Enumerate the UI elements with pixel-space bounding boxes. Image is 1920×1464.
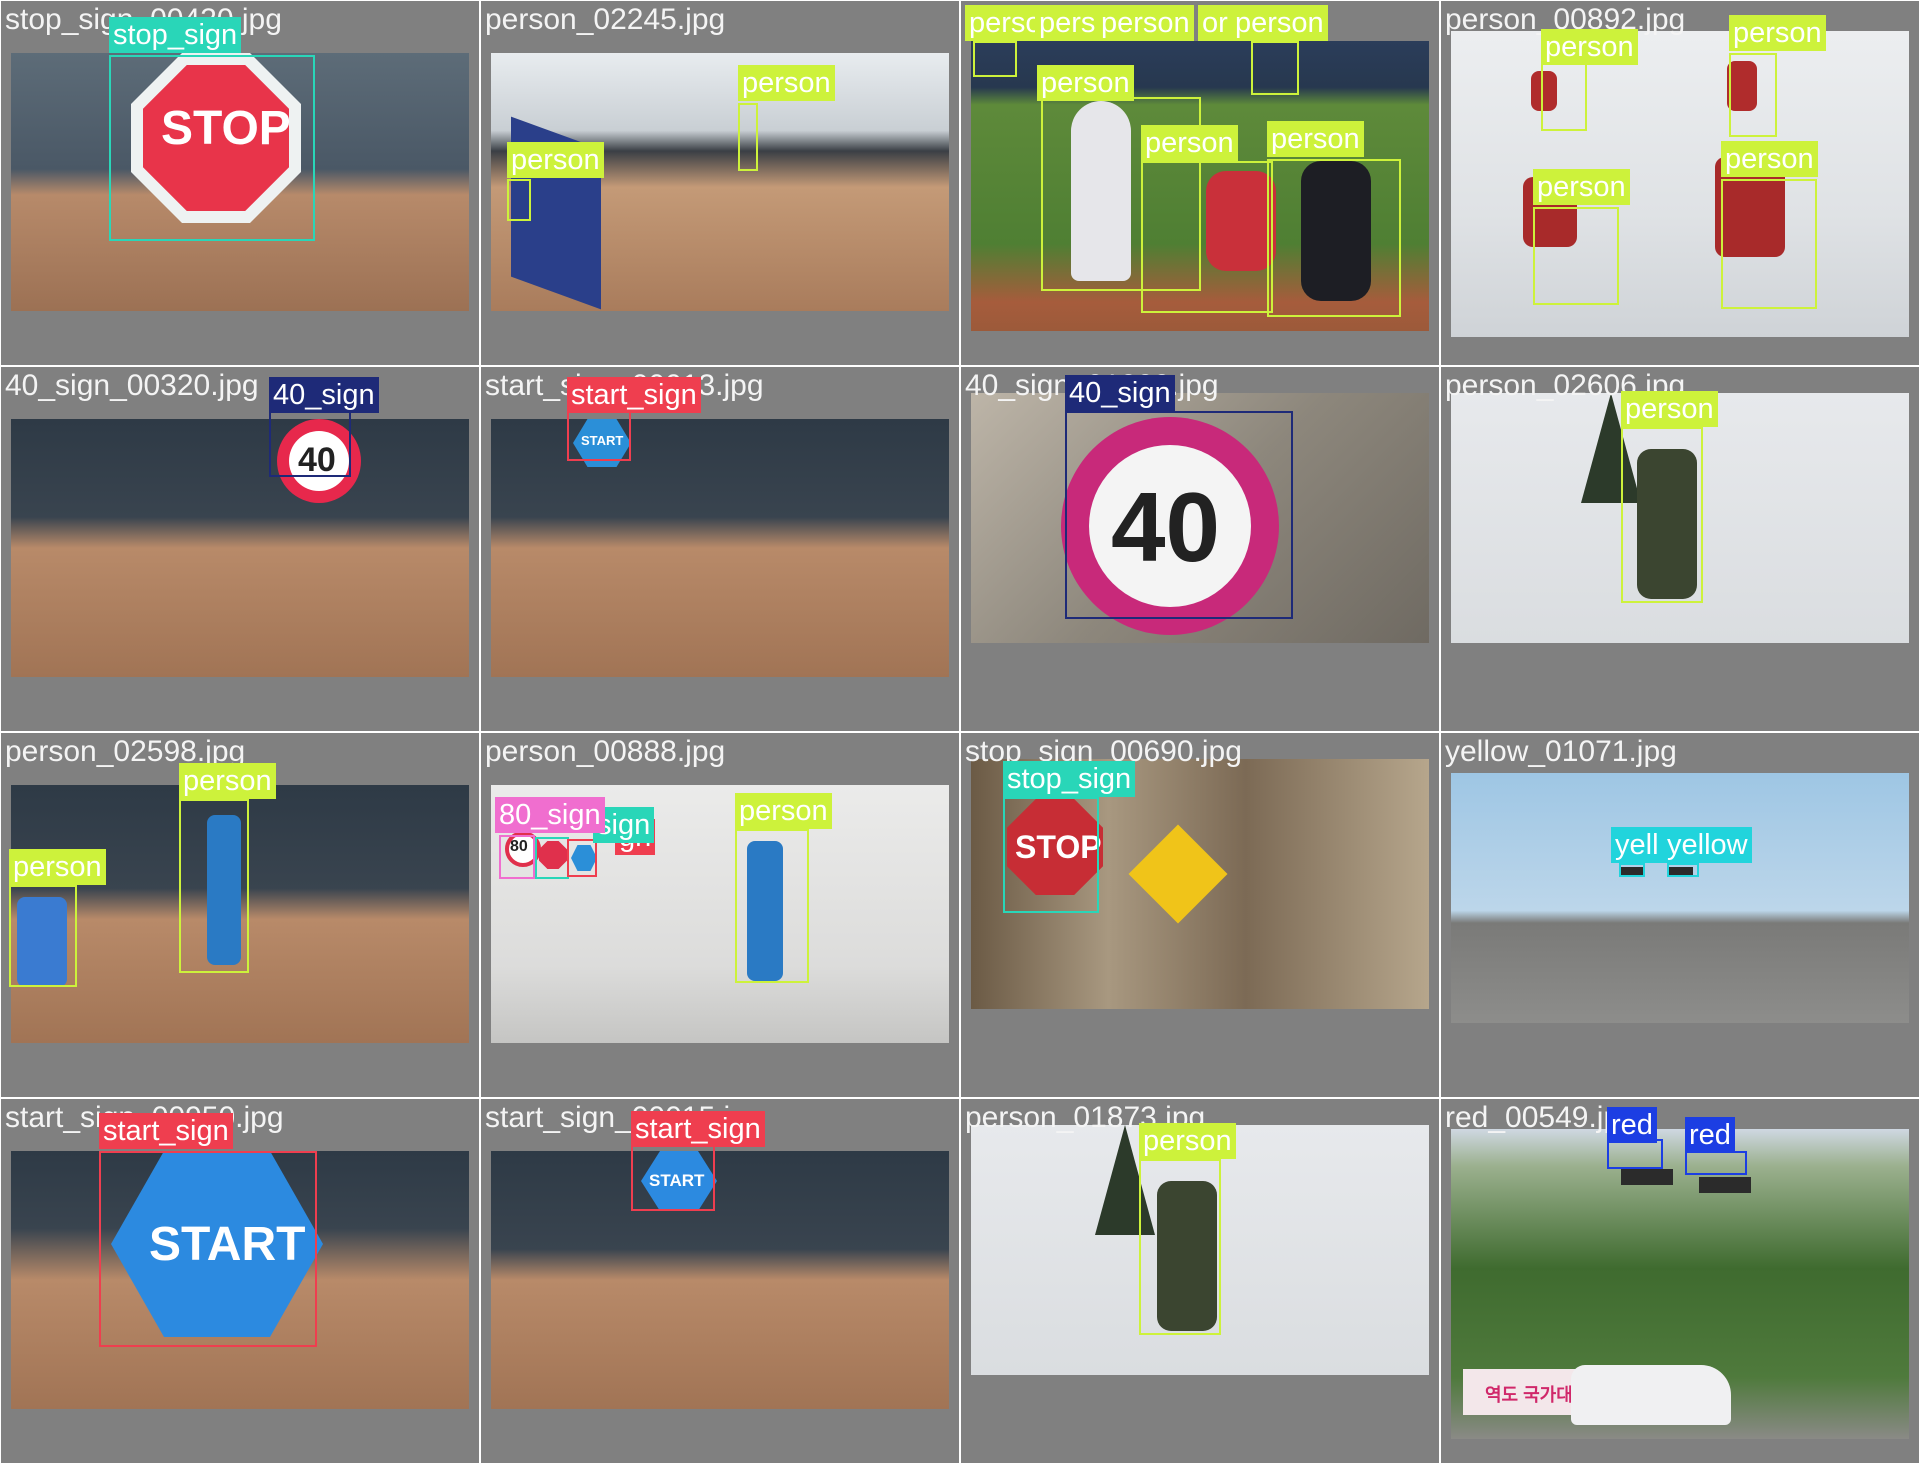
bbox-person	[1621, 427, 1703, 603]
label-person: person	[1141, 125, 1238, 161]
label-person: person	[1037, 65, 1134, 101]
bbox-start-sign	[631, 1145, 715, 1211]
bbox-stop-sign	[109, 55, 315, 241]
bbox-person	[1267, 159, 1401, 317]
photo-desk-start-small: START	[491, 1151, 949, 1409]
photo-snowboard	[1451, 31, 1909, 337]
label-person: person	[1621, 391, 1718, 427]
bbox-yellow	[1619, 863, 1645, 877]
label-person: person	[735, 793, 832, 829]
label-person: or	[1198, 5, 1232, 41]
bbox-stop-sign	[535, 837, 569, 879]
tile-person-02598[interactable]: person_02598.jpg person person	[0, 732, 480, 1098]
tile-person-baseball[interactable]: perso pers person or person person perso…	[960, 0, 1440, 366]
photo-desk-start: START	[491, 419, 949, 677]
label-person: person	[1729, 15, 1826, 51]
photo-traffic-red: 역도 국가대표	[1451, 1129, 1909, 1439]
photo-traffic-yellow	[1451, 773, 1909, 1023]
bbox-person	[1139, 1159, 1221, 1335]
file-name: person_02245.jpg	[485, 3, 726, 36]
tile-40-sign-00320[interactable]: 40 40_sign_00320.jpg 40_sign	[0, 366, 480, 732]
bbox-80-sign	[499, 835, 535, 879]
photo-desk-persons	[491, 53, 949, 311]
bbox-start-sign	[567, 411, 631, 461]
label-person: person	[9, 849, 106, 885]
label-red: red	[1607, 1107, 1657, 1143]
tile-start-sign-00013[interactable]: START start_sign_00013.jpg start_sign	[480, 366, 960, 732]
label-person: person	[1533, 169, 1630, 205]
tile-person-02245[interactable]: person_02245.jpg person person	[480, 0, 960, 366]
file-name: person_00888.jpg	[485, 735, 726, 768]
tile-stop-sign-00420[interactable]: STOP stop_sign_00420.jpg stop_sign	[0, 0, 480, 366]
label-person: perso	[965, 5, 1046, 41]
bbox-person	[1729, 53, 1777, 137]
label-person: pers	[1035, 5, 1100, 41]
bbox-red	[1607, 1139, 1663, 1169]
pedestrian-sign	[1128, 824, 1228, 924]
bbox-start-sign	[99, 1151, 317, 1347]
tile-person-00888[interactable]: 80 person_00888.jpg gn sign 80_sign pers…	[480, 732, 960, 1098]
label-40-sign: 40_sign	[1065, 375, 1175, 411]
bbox-40-sign	[1065, 411, 1293, 619]
label-person: person	[1541, 29, 1638, 65]
label-person: person	[1097, 5, 1194, 41]
bbox-person	[179, 799, 249, 973]
tile-person-02606[interactable]: person_02606.jpg person	[1440, 366, 1920, 732]
tile-yellow-01071[interactable]: yellow_01071.jpg yell yellow	[1440, 732, 1920, 1098]
label-red: red	[1685, 1117, 1735, 1153]
label-person: person	[738, 65, 835, 101]
bbox-person	[507, 179, 531, 221]
tile-40-sign-01000[interactable]: 40 40_sign_01000.jpg 40_sign	[960, 366, 1440, 732]
bbox-start-sign	[567, 839, 597, 877]
bbox-person	[1541, 63, 1587, 131]
bbox-person	[1721, 179, 1817, 309]
bbox-yellow	[1667, 863, 1699, 877]
bbox-40-sign	[269, 411, 351, 477]
label-80-sign: 80_sign	[495, 797, 605, 833]
label-person: person	[1721, 141, 1818, 177]
bbox-stop-sign	[1003, 797, 1099, 913]
photo-desk-40: 40	[11, 419, 469, 677]
bbox-person	[738, 103, 758, 171]
label-person: person	[179, 763, 276, 799]
bbox-person	[735, 829, 809, 983]
tile-person-01873[interactable]: person_01873.jpg person	[960, 1098, 1440, 1464]
label-yellow: yellow	[1663, 827, 1752, 863]
label-start-sign: start_sign	[567, 377, 701, 413]
file-name: 40_sign_00320.jpg	[5, 369, 259, 402]
bbox-person	[1251, 41, 1299, 95]
tile-red-00549[interactable]: 역도 국가대표 red_00549.jpg red red	[1440, 1098, 1920, 1464]
label-stop-sign: stop_sign	[109, 17, 242, 53]
traffic-light-red	[1621, 1169, 1673, 1185]
bbox-person	[9, 885, 77, 987]
bbox-person	[1533, 207, 1619, 305]
tile-start-sign-00015[interactable]: START start_sign_00015.jpg start_sign	[480, 1098, 960, 1464]
label-yellow: yell	[1611, 827, 1663, 863]
tile-person-00892[interactable]: person_00892.jpg person person person pe…	[1440, 0, 1920, 366]
label-stop-sign: stop_sign	[1003, 761, 1136, 797]
label-start-sign: start_sign	[631, 1111, 765, 1147]
label-person: person	[1139, 1123, 1236, 1159]
label-person: person	[1231, 5, 1328, 41]
label-person: person	[507, 142, 604, 178]
label-start-sign: start_sign	[99, 1113, 233, 1149]
label-person: person	[1267, 121, 1364, 157]
traffic-light-red	[1699, 1177, 1751, 1193]
car-shape	[1571, 1365, 1731, 1425]
tile-start-sign-00950[interactable]: START start_sign_00950.jpg start_sign	[0, 1098, 480, 1464]
file-name: yellow_01071.jpg	[1445, 735, 1677, 768]
bbox-person	[973, 41, 1017, 77]
bbox-red	[1685, 1151, 1747, 1175]
label-40-sign: 40_sign	[269, 377, 379, 413]
detection-results-grid: STOP stop_sign_00420.jpg stop_sign perso…	[0, 0, 1920, 1464]
bbox-person	[1141, 161, 1273, 313]
tile-stop-sign-00690[interactable]: STOP stop_sign_00690.jpg stop_sign	[960, 732, 1440, 1098]
